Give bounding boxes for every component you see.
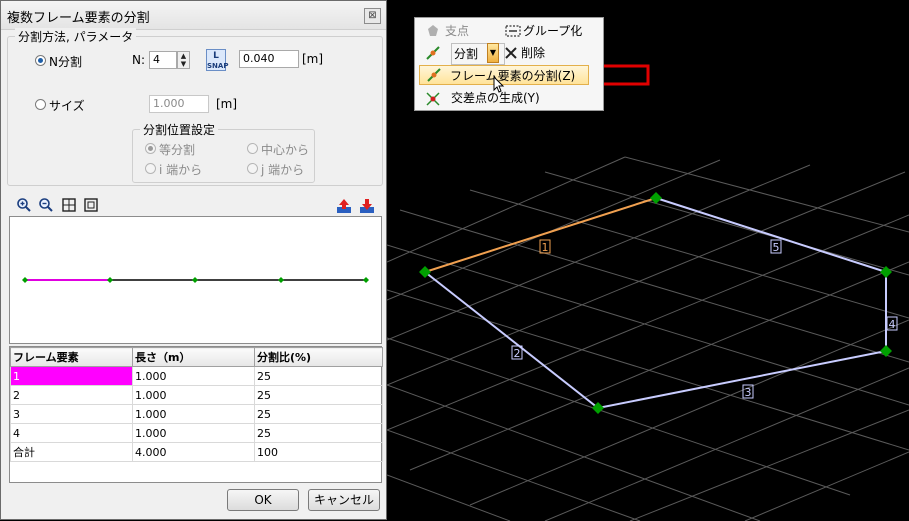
equal-split-radio[interactable] xyxy=(145,143,156,154)
n-label: N: xyxy=(132,53,146,67)
table-cell: 4.000 xyxy=(132,442,255,462)
fit-window-icon[interactable] xyxy=(83,197,99,213)
member-label-1: 1 xyxy=(542,241,549,254)
split-preview-svg xyxy=(22,277,369,283)
preview-node-3 xyxy=(192,277,198,283)
member-label-5: 5 xyxy=(773,241,780,254)
col-ratio[interactable]: 分割比(%) xyxy=(254,347,383,367)
j-end-radio[interactable] xyxy=(247,163,258,174)
preview-node-2 xyxy=(107,277,113,283)
snap-label-bottom: SNAP xyxy=(207,62,229,70)
zoom-out-icon[interactable] xyxy=(38,197,54,213)
split-dropdown-toggle[interactable]: ▼ xyxy=(487,43,499,63)
n-split-radio[interactable] xyxy=(35,55,46,66)
table-cell[interactable]: 1.000 xyxy=(132,423,255,443)
ok-button[interactable]: OK xyxy=(227,489,299,511)
fit-all-icon[interactable] xyxy=(61,197,77,213)
j-end-label: j 端から xyxy=(261,163,305,177)
table-cell[interactable]: 3 xyxy=(10,404,133,424)
table-row[interactable]: 2 1.000 25 xyxy=(10,385,383,405)
length-input[interactable]: 0.040 xyxy=(239,50,299,68)
zoom-in-icon[interactable] xyxy=(16,197,32,213)
col-frame-element[interactable]: フレーム要素 xyxy=(10,347,133,367)
delete-icon xyxy=(505,47,517,59)
node-4[interactable] xyxy=(880,345,892,357)
snap-label-top: L xyxy=(213,51,219,61)
table-row[interactable]: 3 1.000 25 xyxy=(10,404,383,424)
member-label-3: 3 xyxy=(745,386,752,399)
table-cell[interactable]: 25 xyxy=(254,423,383,443)
equal-split-label: 等分割 xyxy=(159,143,196,157)
intersection-icon xyxy=(426,92,440,106)
method-group-label: 分割方法, パラメータ xyxy=(15,28,137,45)
table-cell[interactable]: 25 xyxy=(254,404,383,424)
size-unit: [m] xyxy=(216,97,238,111)
table-cell[interactable]: 25 xyxy=(254,385,383,405)
member-label-2: 2 xyxy=(514,347,521,360)
floor-grid xyxy=(387,156,909,521)
context-menu: 支点 グループ化 分割 ▼ 削除 フレーム要素の分割(Z) 交差点の生成(Y) xyxy=(414,17,604,111)
cancel-button[interactable]: キャンセル xyxy=(308,489,380,511)
menu-group[interactable]: グループ化 xyxy=(523,21,582,41)
table-row[interactable]: 1 1.000 25 xyxy=(10,366,383,386)
size-input[interactable]: 1.000 xyxy=(149,95,209,113)
split-preview-canvas[interactable] xyxy=(9,216,382,344)
n-split-label: N分割 xyxy=(49,55,82,69)
table-cell: 100 xyxy=(254,442,383,462)
table-total-row: 合計 4.000 100 xyxy=(10,442,383,462)
preview-node-5 xyxy=(363,277,369,283)
n-input[interactable]: 4 xyxy=(149,51,177,69)
center-radio[interactable] xyxy=(247,143,258,154)
close-button[interactable]: ⊠ xyxy=(364,8,381,24)
support-icon xyxy=(428,25,438,36)
col-length[interactable]: 長さ（m） xyxy=(132,347,255,367)
member-label-4: 4 xyxy=(889,318,896,331)
group-icon xyxy=(505,25,521,37)
table-cell: 合計 xyxy=(10,442,133,462)
size-radio[interactable] xyxy=(35,99,46,110)
n-stepper[interactable]: ▲ ▼ xyxy=(177,51,190,69)
position-group-label: 分割位置設定 xyxy=(140,121,219,138)
table-cell[interactable]: 1.000 xyxy=(132,366,255,386)
split-icon xyxy=(426,46,440,60)
menu-support[interactable]: 支点 xyxy=(445,21,469,41)
table-cell[interactable]: 25 xyxy=(254,366,383,386)
menu-frame-split-label: フレーム要素の分割(Z) xyxy=(450,69,576,83)
menu-delete[interactable]: 削除 xyxy=(521,43,545,63)
member-1-selected[interactable] xyxy=(424,197,657,273)
table-cell[interactable]: 2 xyxy=(10,385,133,405)
length-unit: [m] xyxy=(302,52,324,66)
table-cell[interactable]: 1.000 xyxy=(132,404,255,424)
export-up-icon[interactable] xyxy=(336,198,352,214)
split-dialog: 複数フレーム要素の分割 ⊠ 分割方法, パラメータ N分割 N: 4 ▲ ▼ L … xyxy=(0,0,387,520)
import-down-icon[interactable] xyxy=(359,198,375,214)
i-end-label: i 端から xyxy=(159,163,203,177)
frame-element-table: フレーム要素 長さ（m） 分割比(%) 1 1.000 25 2 1.000 2… xyxy=(9,346,383,483)
center-label: 中心から xyxy=(261,143,310,157)
snap-button[interactable]: L SNAP xyxy=(206,49,229,71)
member-5[interactable] xyxy=(655,197,887,273)
table-cell[interactable]: 4 xyxy=(10,423,133,443)
preview-node-1 xyxy=(22,277,28,283)
member-3[interactable] xyxy=(597,350,887,409)
dialog-titlebar: 複数フレーム要素の分割 ⊠ xyxy=(1,1,386,30)
mouse-cursor-icon xyxy=(493,76,505,93)
member-2[interactable] xyxy=(424,271,599,409)
table-cell[interactable]: 1.000 xyxy=(132,385,255,405)
preview-node-4 xyxy=(278,277,284,283)
frame-split-icon xyxy=(427,68,441,82)
dialog-title: 複数フレーム要素の分割 xyxy=(7,11,150,26)
size-label: サイズ xyxy=(49,99,85,113)
table-row[interactable]: 4 1.000 25 xyxy=(10,423,383,443)
i-end-radio[interactable] xyxy=(145,163,156,174)
table-cell[interactable]: 1 xyxy=(10,366,133,386)
